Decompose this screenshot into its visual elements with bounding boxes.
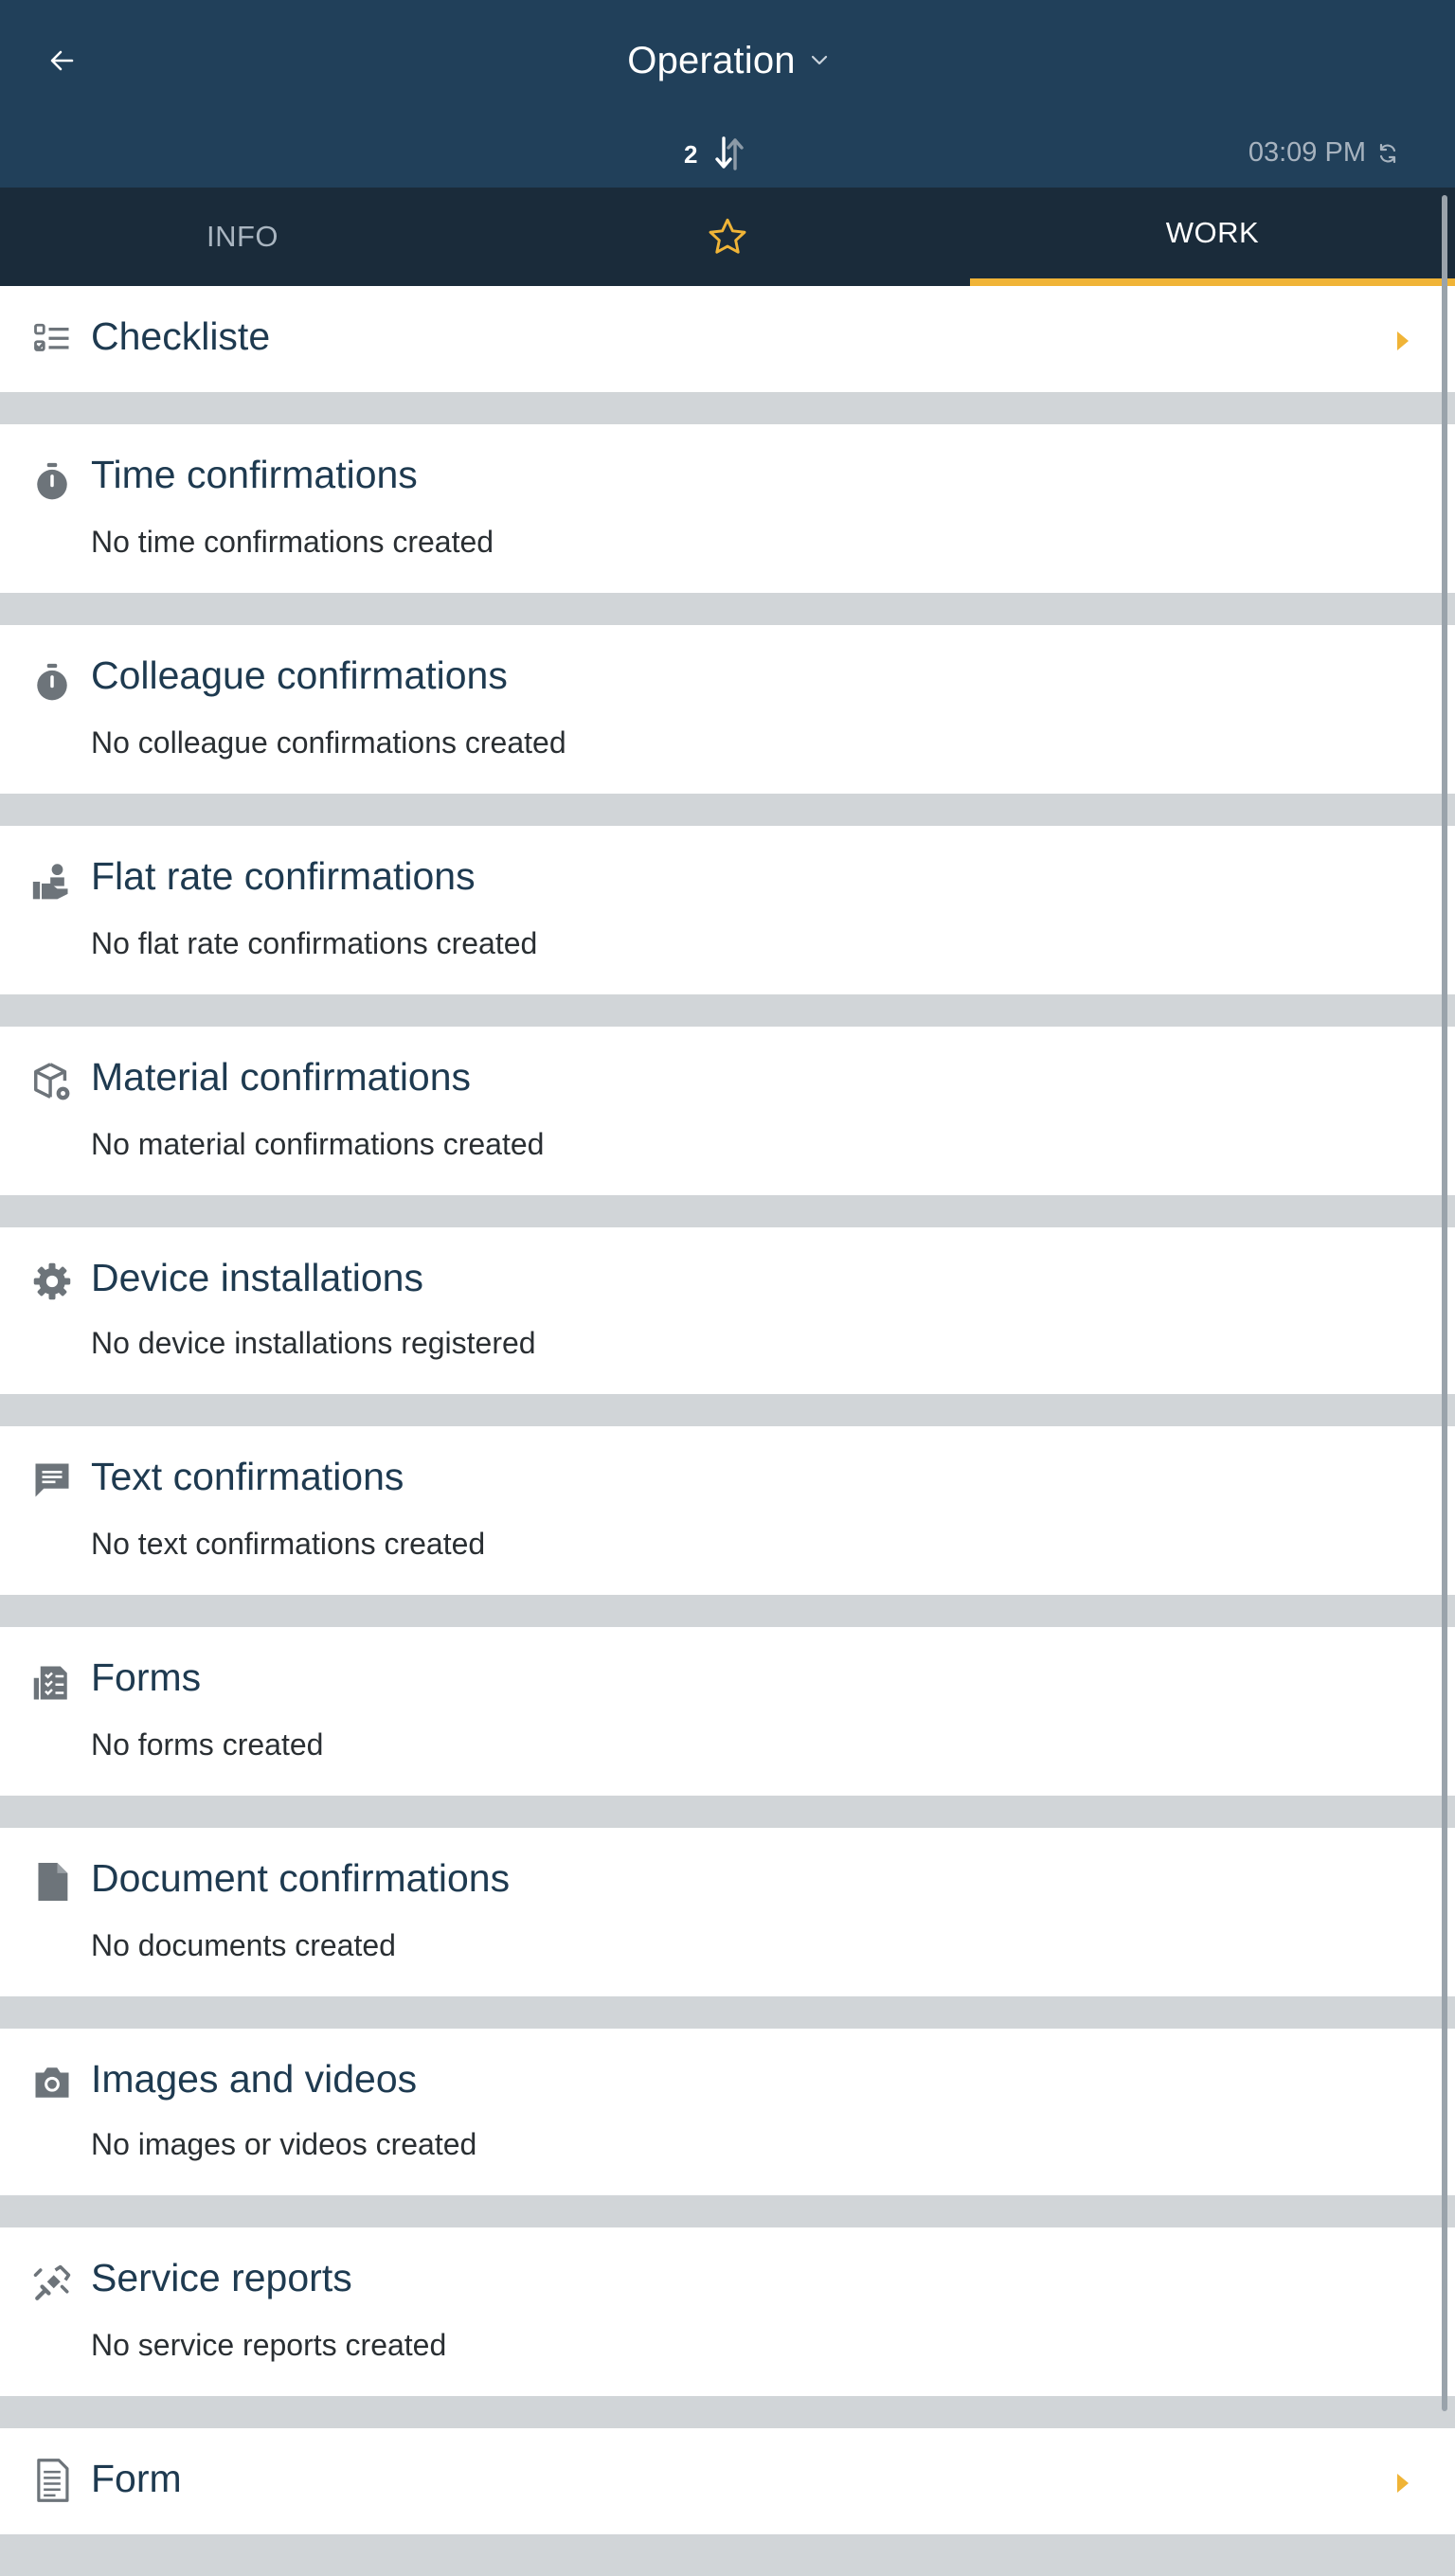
vertical-scrollbar[interactable]: [1442, 195, 1447, 2411]
section-forms[interactable]: Forms No forms created: [0, 1627, 1455, 1796]
section-title: Text confirmations: [91, 1455, 404, 1498]
section-title: Colleague confirmations: [91, 653, 508, 697]
section-title: Material confirmations: [91, 1055, 472, 1099]
tab-info[interactable]: INFO: [0, 188, 485, 286]
section-device-installations[interactable]: Device installations No device installat…: [0, 1227, 1455, 1394]
section-time-confirmations[interactable]: Time confirmations No time confirmations…: [0, 424, 1455, 593]
active-tab-indicator: [970, 278, 1455, 286]
section-empty-text: No device installations registered: [91, 1326, 536, 1360]
sync-time: 03:09 PM: [1248, 137, 1366, 168]
title-dropdown[interactable]: Operation: [0, 30, 1455, 91]
stopwatch-icon: [30, 460, 74, 504]
section-empty-text: No images or videos created: [91, 2127, 477, 2161]
form-checklist-icon: [30, 1661, 74, 1705]
chevron-right-icon: [1397, 2474, 1409, 2493]
section-document-confirmations[interactable]: Document confirmations No documents crea…: [0, 1828, 1455, 1996]
section-empty-text: No colleague confirmations created: [91, 725, 566, 760]
chevron-down-icon: [811, 55, 827, 65]
section-text-confirmations[interactable]: Text confirmations No text confirmations…: [0, 1426, 1455, 1595]
section-flat-rate-confirmations[interactable]: Flat rate confirmations No flat rate con…: [0, 826, 1455, 994]
form-document-icon: [30, 2459, 74, 2502]
top-app-bar: Operation 2 03:09 PM: [0, 0, 1455, 188]
sync-time-button[interactable]: 03:09 PM: [1248, 137, 1398, 169]
page-title: Operation: [627, 39, 796, 81]
camera-icon: [30, 2061, 74, 2104]
section-empty-text: No material confirmations created: [91, 1127, 545, 1161]
section-title: Form: [91, 2457, 182, 2500]
section-empty-text: No text confirmations created: [91, 1527, 486, 1561]
gear-icon: [30, 1260, 74, 1303]
section-service-reports[interactable]: Service reports No service reports creat…: [0, 2227, 1455, 2396]
sync-count: 2: [684, 140, 698, 169]
tab-work-label: WORK: [1165, 216, 1260, 249]
section-empty-text: No time confirmations created: [91, 525, 494, 559]
box-gear-icon: [30, 1061, 74, 1104]
section-title: Document confirmations: [91, 1856, 511, 1900]
section-checkliste[interactable]: Checkliste: [0, 286, 1455, 392]
star-outline-icon: [709, 218, 746, 254]
document-icon: [30, 1860, 74, 1904]
section-images-and-videos[interactable]: Images and videos No images or videos cr…: [0, 2029, 1455, 2195]
comment-icon: [30, 1458, 74, 1502]
tab-info-label: INFO: [206, 220, 279, 253]
stopwatch-icon: [30, 661, 74, 705]
section-empty-text: No documents created: [91, 1928, 396, 1962]
section-title: Device installations: [91, 1256, 423, 1299]
section-title: Forms: [91, 1655, 202, 1699]
refresh-icon: [1379, 143, 1396, 163]
section-material-confirmations[interactable]: Material confirmations No material confi…: [0, 1027, 1455, 1195]
section-form[interactable]: Form: [0, 2428, 1455, 2534]
section-empty-text: No forms created: [91, 1727, 324, 1762]
section-title: Service reports: [91, 2256, 352, 2299]
section-title: Checkliste: [91, 314, 271, 358]
section-title: Images and videos: [91, 2057, 418, 2101]
section-empty-text: No flat rate confirmations created: [91, 926, 538, 960]
tab-work[interactable]: WORK: [970, 188, 1455, 286]
service-report-icon: [30, 2262, 74, 2305]
tab-favorites[interactable]: [485, 188, 970, 286]
section-colleague-confirmations[interactable]: Colleague confirmations No colleague con…: [0, 625, 1455, 794]
section-empty-text: No service reports created: [91, 2328, 447, 2362]
hand-person-icon: [30, 860, 74, 903]
checklist-icon: [30, 318, 74, 362]
chevron-right-icon: [1397, 331, 1409, 350]
sync-arrows-icon[interactable]: [712, 133, 746, 174]
section-title: Time confirmations: [91, 453, 418, 496]
tab-bar: INFO WORK: [0, 188, 1455, 286]
section-title: Flat rate confirmations: [91, 854, 476, 898]
